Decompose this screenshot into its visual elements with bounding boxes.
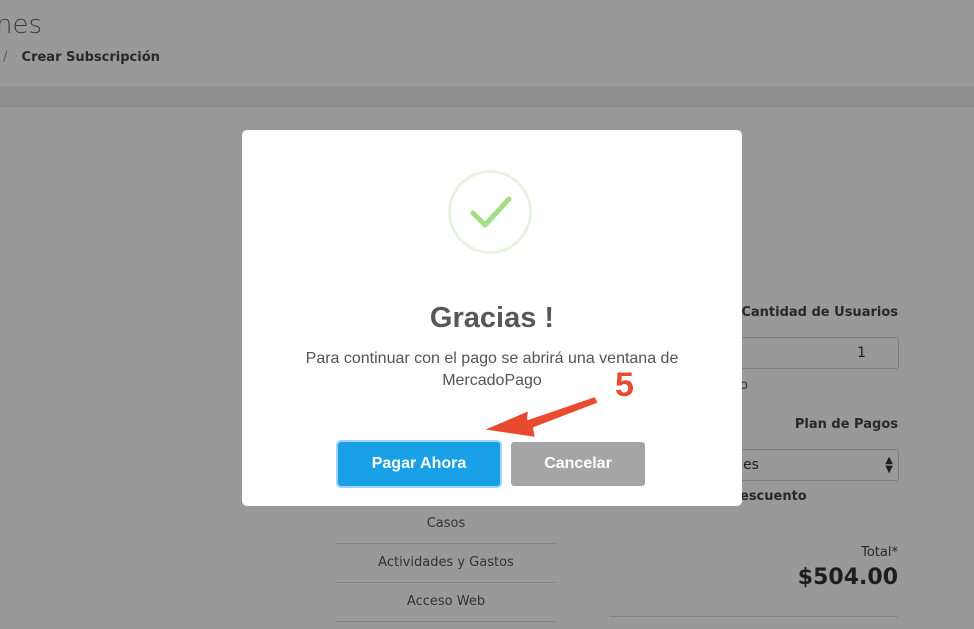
step-number: 5 xyxy=(615,366,634,404)
confirmation-dialog: Gracias ! Para continuar con el pago se … xyxy=(242,130,742,506)
success-circle xyxy=(448,170,532,254)
cancel-button[interactable]: Cancelar xyxy=(511,442,645,486)
dialog-title: Gracias ! xyxy=(429,302,555,334)
checkmark-icon xyxy=(470,196,512,228)
pay-now-button[interactable]: Pagar Ahora xyxy=(338,442,500,486)
annotation-arrow: 5 xyxy=(481,365,635,439)
